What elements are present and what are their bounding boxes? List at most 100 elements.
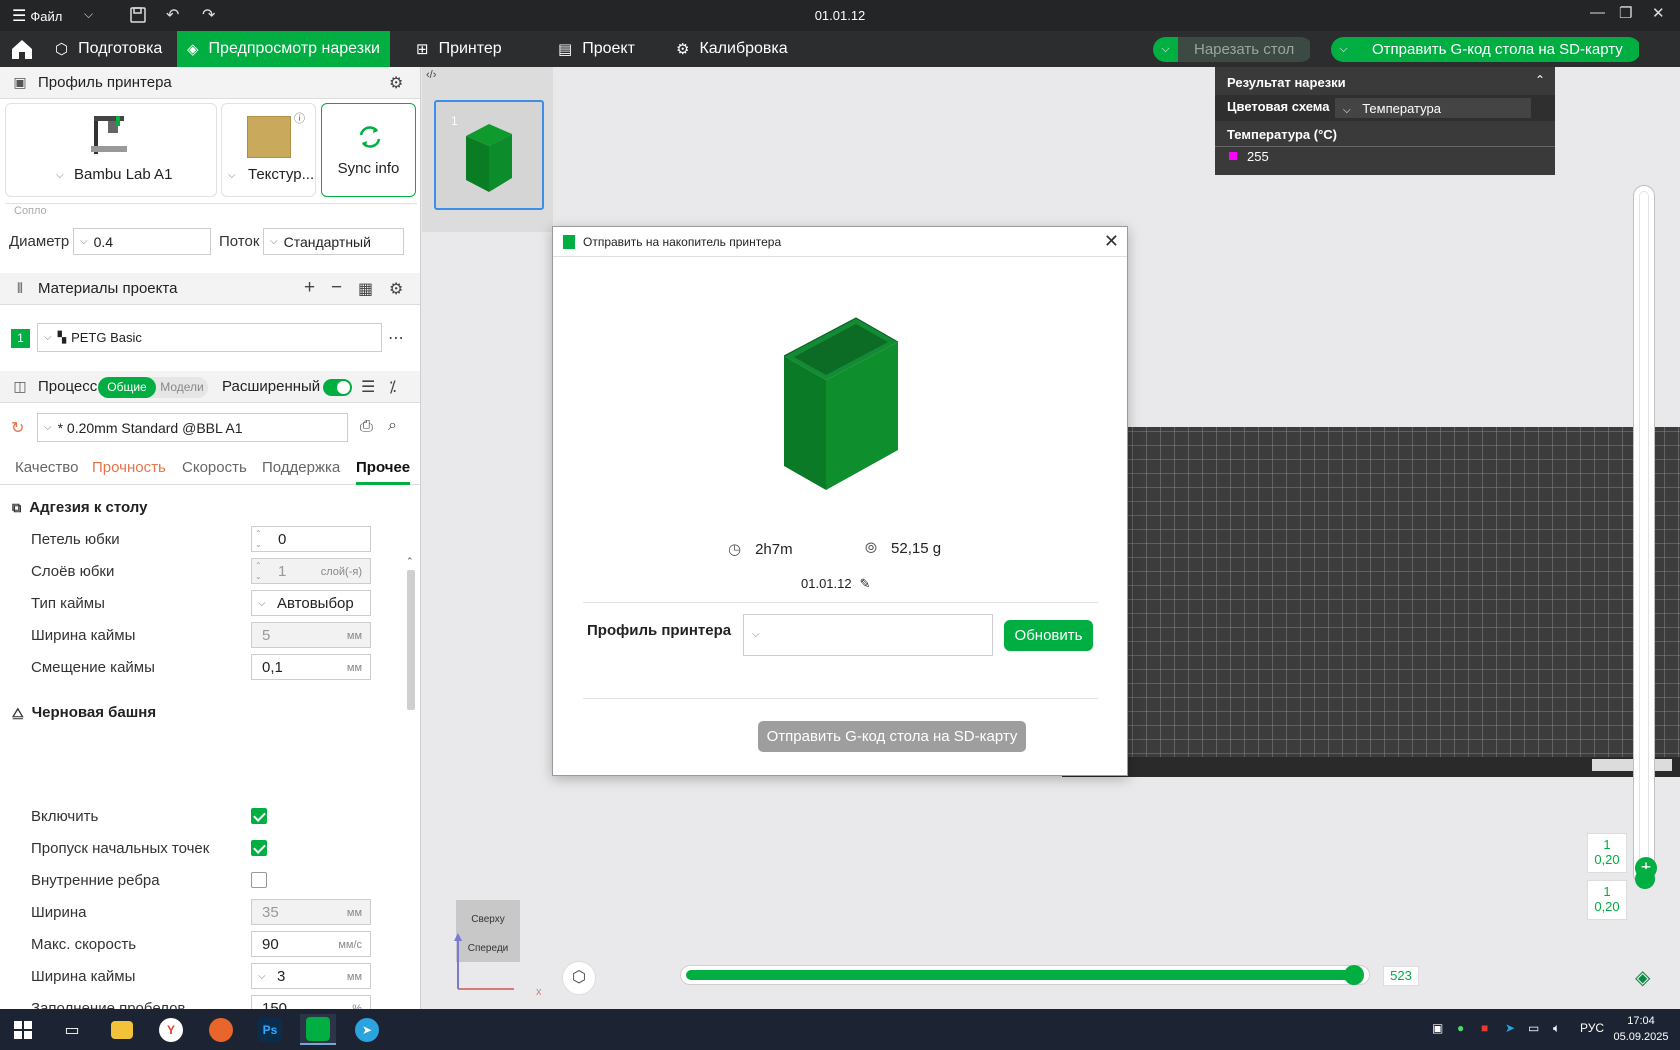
reset-view-icon[interactable]: ⬡ (562, 961, 596, 995)
settings-scrollbar[interactable]: ⌃ ⌄ (405, 556, 415, 1050)
filament-select[interactable]: ⌵ ▚ PETG Basic (37, 323, 382, 352)
bambu-studio-taskbar-icon[interactable] (300, 1014, 336, 1045)
taskbar-clock[interactable]: 17:04 05.09.2025 (1608, 1013, 1674, 1045)
add-icon[interactable]: + (304, 277, 315, 299)
printer-select[interactable]: ⌵ (743, 614, 993, 656)
dialog-send-button[interactable]: Отправить G-код стола на SD-карту (758, 721, 1026, 752)
setting-checkbox[interactable] (251, 872, 267, 888)
move-slider[interactable] (680, 965, 1370, 985)
setting-select[interactable]: ⌵ Автовыбор (251, 590, 371, 616)
gear-icon[interactable]: ⚙ (389, 73, 403, 93)
process-scope-toggle[interactable]: Общие Модели (98, 377, 208, 398)
plate-card[interactable]: ⓘ ⌵ Текстур... (221, 103, 316, 197)
layer-slider[interactable] (1633, 185, 1655, 885)
prime-tower-icon: ⧋ (12, 704, 24, 720)
filament-icon: ⦀ (16, 280, 24, 296)
chevron-down-icon[interactable]: ⌵ (1331, 37, 1356, 62)
setting-select[interactable]: ⌵ 3 мм (251, 963, 371, 989)
file-explorer-icon[interactable] (104, 1014, 140, 1045)
dialog-close-icon[interactable]: ✕ (1104, 231, 1119, 252)
tray-adobe-icon[interactable]: ■ (1481, 1021, 1488, 1035)
tab-quality[interactable]: Качество (15, 459, 78, 476)
slice-result-panel: Результат нарезки ⌃ Цветовая схема ⌵ Тем… (1215, 67, 1555, 175)
tray-network-icon[interactable]: ▭ (1528, 1021, 1539, 1035)
tab-others[interactable]: Прочее (356, 459, 411, 485)
printer-card[interactable]: ⌵ Bambu Lab A1 (5, 103, 217, 197)
yandex-browser-icon[interactable]: Y (153, 1014, 189, 1045)
collapse-strip-icon[interactable]: ‹/› (426, 69, 436, 81)
chevron-down-icon[interactable]: ⌵ (56, 170, 64, 181)
tab-support[interactable]: Поддержка (262, 459, 340, 476)
toggle-general[interactable]: Общие (98, 377, 156, 398)
edit-icon[interactable]: ✎ (860, 576, 871, 592)
compare-icon[interactable]: ⁒ (389, 377, 396, 397)
color-scheme-select[interactable]: ⌵ Температура (1335, 98, 1531, 118)
tab-calibration[interactable]: ⚙ Калибровка (666, 31, 798, 67)
setting-input[interactable]: 0,1 мм (251, 654, 371, 680)
send-gcode-button[interactable]: ⌵ Отправить G-код стола на SD-карту (1331, 37, 1641, 62)
remove-icon[interactable]: − (331, 277, 342, 299)
sync-info-button[interactable]: Sync info (321, 103, 416, 197)
gear-icon[interactable]: ⚙ (389, 279, 403, 299)
info-icon[interactable]: ⓘ (294, 110, 305, 126)
reset-icon[interactable]: ↻ (11, 418, 24, 438)
tray-telegram-icon[interactable]: ➤ (1505, 1021, 1515, 1035)
minimize-icon[interactable]: — (1590, 4, 1605, 21)
plate-thumbnail[interactable]: 1 (434, 100, 544, 210)
telegram-icon[interactable]: ➤ (349, 1014, 385, 1045)
process-preset-select[interactable]: ⌵ * 0.20mm Standard @BBL A1 (37, 413, 348, 442)
prime-tower-row-5: Ширина каймы ⌵ 3 мм (0, 961, 380, 991)
advanced-switch[interactable] (323, 379, 352, 396)
save-preset-icon[interactable]: ⎙ (360, 418, 373, 436)
diameter-label: Диаметр (9, 233, 70, 250)
materials-header: ⦀ Материалы проекта (0, 273, 420, 305)
legend-swatch (1229, 152, 1237, 160)
search-icon[interactable]: ⌕ (388, 417, 397, 435)
firefox-icon[interactable] (203, 1014, 239, 1045)
windows-start-icon[interactable] (14, 1021, 32, 1039)
layer-view-icon[interactable]: ◈ (1635, 965, 1650, 990)
close-icon[interactable]: ✕ (1652, 4, 1665, 22)
photoshop-icon[interactable]: Ps (252, 1014, 288, 1045)
tab-project[interactable]: ▤ Проект (548, 31, 645, 67)
tab-slice-preview[interactable]: ◈ Предпросмотр нарезки (177, 31, 390, 67)
chevron-down-icon[interactable]: ⌵ (1153, 37, 1178, 62)
list-icon[interactable]: ☰ (361, 377, 375, 397)
toggle-models[interactable]: Модели (156, 377, 208, 398)
setting-checkbox[interactable] (251, 840, 267, 856)
move-slider-handle[interactable] (1344, 965, 1364, 985)
flow-select[interactable]: ⌵ Стандартный (263, 228, 404, 255)
setting-input[interactable]: ⌃ ⌄ 0 (251, 526, 371, 552)
tray-volume-icon[interactable]: 🔈︎ (1553, 1021, 1560, 1036)
restore-icon[interactable]: ❐ (1619, 4, 1632, 22)
tab-printer[interactable]: ⊞ Принтер (406, 31, 512, 67)
spinner-icon[interactable]: ⌃ ⌄ (255, 528, 262, 550)
sync-icon (359, 126, 381, 148)
layer-bottom-knob[interactable] (1635, 869, 1655, 889)
tray-kaspersky-icon[interactable]: ● (1457, 1021, 1464, 1035)
axis-gizmo (454, 933, 514, 990)
scrollbar-thumb[interactable] (407, 570, 415, 710)
task-view-icon[interactable]: ▭ (54, 1014, 90, 1045)
tab-speed[interactable]: Скорость (182, 459, 247, 476)
setting-input: 5 мм (251, 622, 371, 648)
setting-checkbox[interactable] (251, 808, 267, 824)
tab-prepare[interactable]: ⬡ Подготовка (45, 31, 172, 67)
scroll-up-icon[interactable]: ⌃ (406, 556, 414, 567)
filament-sync-icon[interactable]: ▦ (358, 279, 373, 299)
setting-input[interactable]: 90 мм/с (251, 931, 371, 957)
advanced-label: Расширенный (222, 378, 321, 395)
collapse-icon[interactable]: ⌃ (1535, 73, 1545, 87)
tab-strength[interactable]: Прочность (92, 459, 166, 476)
chevron-down-icon[interactable]: ⌵ (228, 170, 236, 181)
more-options-icon[interactable]: ⋯ (388, 328, 404, 348)
home-icon[interactable] (8, 35, 36, 63)
spinner-icon[interactable]: ⌃ ⌄ (255, 560, 262, 582)
refresh-button[interactable]: Обновить (1004, 620, 1093, 651)
setting-value: 3 (277, 968, 286, 985)
diameter-select[interactable]: ⌵ 0.4 (73, 228, 211, 255)
view-top-label[interactable]: Сверху (456, 914, 520, 925)
tray-app-icon[interactable]: ▣ (1432, 1021, 1443, 1035)
keyboard-language[interactable]: РУС (1580, 1021, 1604, 1035)
slice-plate-button[interactable]: ⌵ Нарезать стол (1153, 37, 1313, 62)
